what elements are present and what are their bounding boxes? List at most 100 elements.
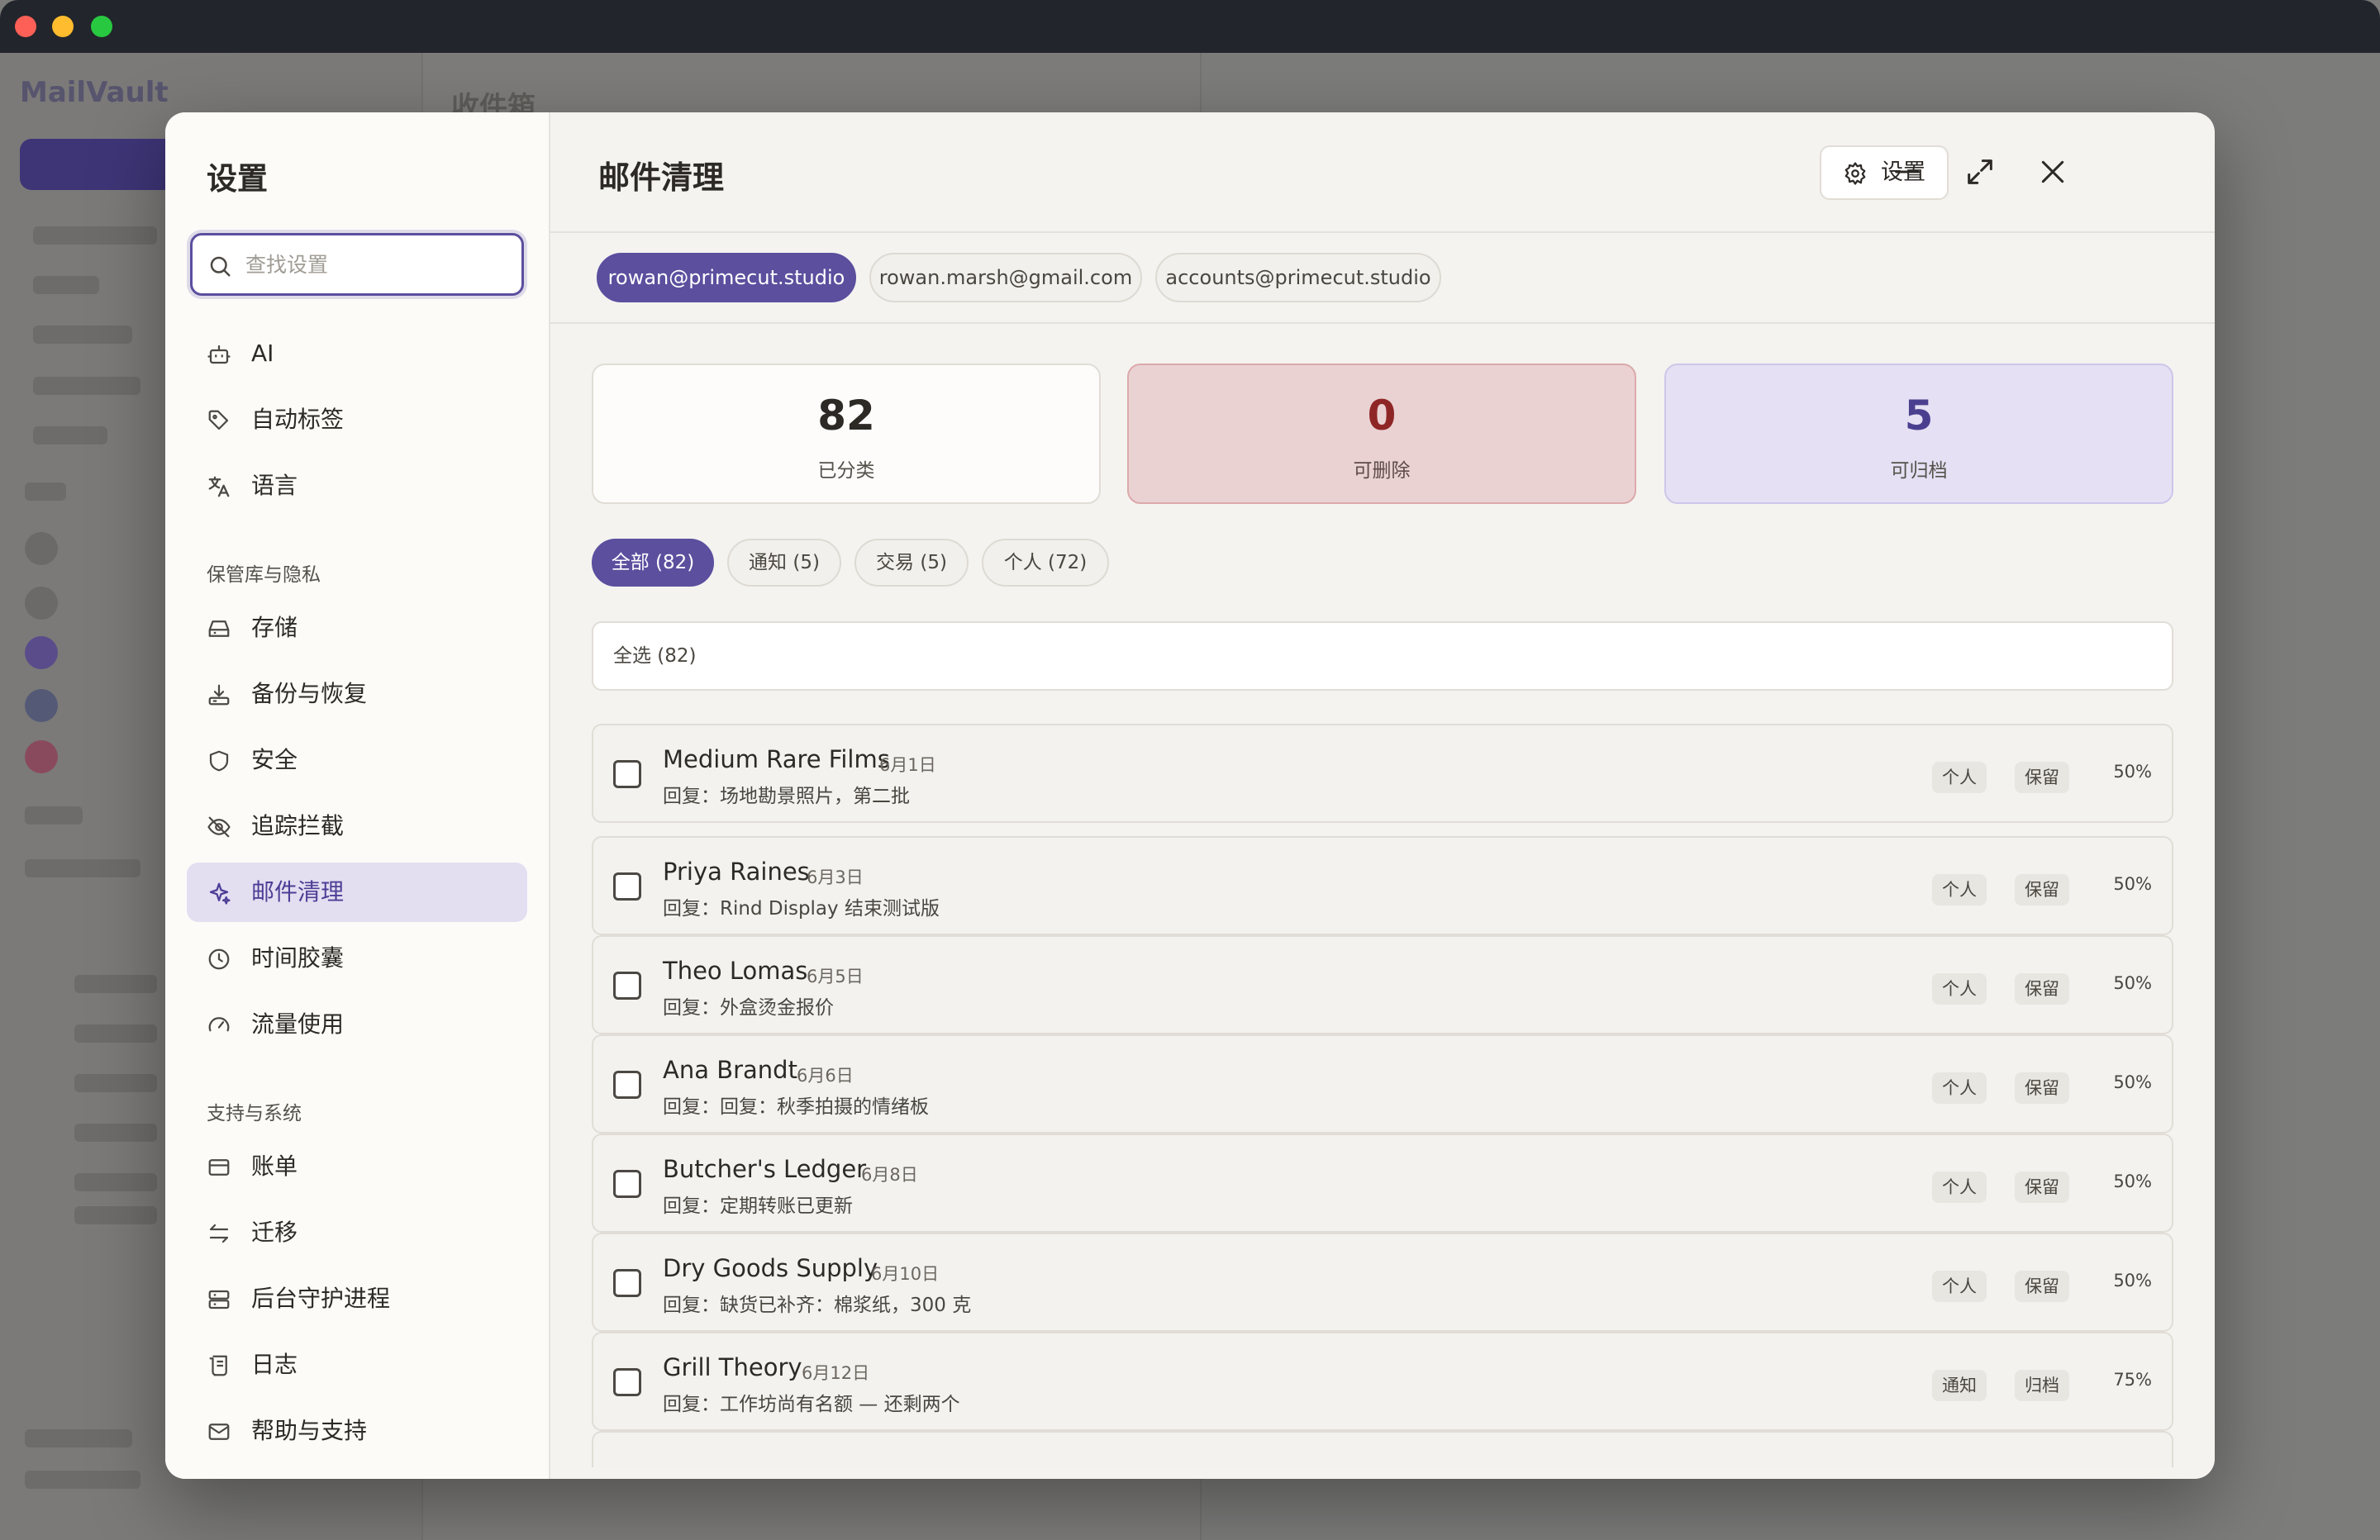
- close-icon[interactable]: [2036, 155, 2069, 188]
- email-row[interactable]: Priya Raines 6月3日 回复：Rind Display 结束测试版 …: [592, 836, 2173, 935]
- category-badge: 通知: [1932, 1370, 1987, 1401]
- email-sender: Dry Goods Supply: [663, 1254, 878, 1282]
- email-sender: Theo Lomas: [663, 957, 808, 985]
- email-date: 6月5日: [807, 967, 864, 986]
- nav-item-security[interactable]: 安全: [187, 730, 527, 790]
- email-checkbox[interactable]: [613, 1368, 641, 1396]
- nav-item-auto-tags[interactable]: 自动标签: [187, 390, 527, 449]
- nav-item-migration[interactable]: 迁移: [187, 1203, 527, 1262]
- expand-icon[interactable]: [1963, 155, 1997, 188]
- settings-search[interactable]: [190, 233, 524, 296]
- email-row[interactable]: Dry Goods Supply 6月10日 回复：缺货已补齐：棉浆纸，300 …: [592, 1233, 2173, 1332]
- nav-item-language[interactable]: 语言: [187, 456, 527, 516]
- nav-item-time-capsule[interactable]: 时间胶囊: [187, 929, 527, 988]
- filter-chip-notifications[interactable]: 通知 (5): [727, 539, 841, 587]
- nav-item-label: 语言: [251, 472, 298, 499]
- email-checkbox[interactable]: [613, 872, 641, 901]
- nav-item-daemon[interactable]: 后台守护进程: [187, 1269, 527, 1328]
- log-scroll-icon: [209, 1355, 227, 1376]
- tag-icon: [208, 410, 229, 430]
- window-zoom-dot[interactable]: [91, 16, 112, 37]
- filter-chip-all[interactable]: 全部 (82): [592, 539, 714, 587]
- settings-dialog: 设置 AI 自动标签 语言 保管库与隐私 存储 备份与恢复 安全: [165, 112, 2215, 1479]
- gauge-icon: [208, 1017, 230, 1032]
- nav-item-ai[interactable]: AI: [187, 324, 527, 383]
- nav-item-tracker-blocking[interactable]: 追踪拦截: [187, 796, 527, 856]
- search-icon: [210, 256, 231, 277]
- email-row[interactable]: Medium Rare Films 6月1日 回复：场地勘景照片，第二批 个人 …: [592, 724, 2173, 823]
- confidence-value: 50%: [2113, 1072, 2152, 1092]
- background-logo: MailVault: [20, 76, 169, 109]
- filter-chip-transactions[interactable]: 交易 (5): [854, 539, 969, 587]
- email-sender: Medium Rare Films: [663, 745, 890, 773]
- nav-item-billing[interactable]: 账单: [187, 1137, 527, 1196]
- category-badge: 个人: [1932, 973, 1987, 1005]
- stat-label: 已分类: [817, 460, 875, 482]
- email-checkbox[interactable]: [613, 1170, 641, 1198]
- sparkle-icon: [209, 882, 231, 905]
- action-badge: 保留: [2015, 874, 2069, 905]
- nav-item-label: 账单: [251, 1153, 298, 1180]
- nav-item-storage[interactable]: 存储: [187, 598, 527, 658]
- window-close-dot[interactable]: [15, 16, 36, 37]
- section-heading-privacy: 保管库与隐私: [207, 564, 321, 586]
- stat-card-classified: 82 已分类: [592, 364, 1101, 504]
- action-badge: 保留: [2015, 762, 2069, 793]
- account-tab-accounts[interactable]: accounts@primecut.studio: [1155, 253, 1441, 302]
- settings-sidebar: 设置 AI 自动标签 语言 保管库与隐私 存储 备份与恢复 安全: [165, 112, 550, 1479]
- nav-item-label: 帮助与支持: [251, 1417, 368, 1444]
- email-sender: Butcher's Ledger: [663, 1155, 867, 1183]
- category-badge: 个人: [1932, 1172, 1987, 1203]
- stat-card-deletable[interactable]: 0 可删除: [1127, 364, 1636, 504]
- nav-item-logs[interactable]: 日志: [187, 1335, 527, 1395]
- swap-arrows-icon: [209, 1224, 229, 1243]
- email-row[interactable]: Grill Theory 6月12日 回复：工作坊尚有名额 — 还剩两个 通知 …: [592, 1332, 2173, 1431]
- robot-icon: [207, 345, 231, 364]
- mail-cleanup-panel: 邮件清理 设置 rowan@primecut.studio rowan.mars…: [550, 112, 2215, 1479]
- minimize-icon[interactable]: [1891, 155, 1924, 188]
- email-row[interactable]: Theo Lomas 6月5日 回复：外盒烫金报价 个人 保留 50%: [592, 935, 2173, 1034]
- stat-card-archivable[interactable]: 5 可归档: [1664, 364, 2173, 504]
- nav-item-help[interactable]: 帮助与支持: [187, 1401, 527, 1461]
- cleanup-settings-button[interactable]: 设置: [1820, 145, 1949, 200]
- email-sender: Ana Brandt: [663, 1056, 797, 1084]
- nav-item-label: 追踪拦截: [251, 812, 345, 839]
- email-checkbox[interactable]: [613, 760, 641, 788]
- email-row[interactable]: Butcher's Ledger 6月8日 回复：定期转账已更新 个人 保留 5…: [592, 1134, 2173, 1233]
- stat-value: 0: [1367, 392, 1397, 440]
- confidence-value: 50%: [2113, 1172, 2152, 1191]
- clock-icon: [208, 948, 230, 970]
- nav-item-label: AI: [251, 340, 274, 367]
- email-checkbox[interactable]: [613, 1269, 641, 1297]
- nav-item-label: 迁移: [251, 1219, 298, 1246]
- select-all-label: 全选 (82): [613, 645, 697, 667]
- select-all-row[interactable]: 全选 (82): [592, 621, 2173, 691]
- nav-item-backup[interactable]: 备份与恢复: [187, 664, 527, 724]
- confidence-value: 50%: [2113, 973, 2152, 993]
- nav-item-label: 后台守护进程: [251, 1285, 391, 1312]
- category-badge: 个人: [1932, 762, 1987, 793]
- mail-icon: [208, 1424, 230, 1440]
- account-tab-primecut[interactable]: rowan@primecut.studio: [597, 253, 856, 302]
- filter-chip-personal[interactable]: 个人 (72): [982, 539, 1109, 587]
- settings-search-input[interactable]: [245, 235, 510, 293]
- window-minimize-dot[interactable]: [52, 16, 74, 37]
- confidence-value: 50%: [2113, 874, 2152, 894]
- action-badge: 保留: [2015, 1072, 2069, 1104]
- email-subject: 回复：定期转账已更新: [663, 1195, 853, 1217]
- credit-card-icon: [208, 1159, 230, 1176]
- email-checkbox[interactable]: [613, 1071, 641, 1099]
- email-checkbox[interactable]: [613, 972, 641, 1000]
- confidence-value: 50%: [2113, 762, 2152, 782]
- email-date: 6月1日: [879, 755, 936, 775]
- nav-item-label: 流量使用: [251, 1010, 345, 1038]
- email-row-partial[interactable]: [592, 1431, 2173, 1467]
- email-subject: 回复：外盒烫金报价: [663, 997, 834, 1019]
- account-tab-gmail[interactable]: rowan.marsh@gmail.com: [869, 253, 1142, 302]
- category-badge: 个人: [1932, 1072, 1987, 1104]
- email-row[interactable]: Ana Brandt 6月6日 回复：回复：秋季拍摄的情绪板 个人 保留 50%: [592, 1034, 2173, 1134]
- nav-item-mail-cleanup[interactable]: 邮件清理: [187, 863, 527, 922]
- nav-item-label: 存储: [251, 614, 298, 641]
- nav-item-data-usage[interactable]: 流量使用: [187, 995, 527, 1054]
- email-list: Priya Raines 6月3日 回复：Rind Display 结束测试版 …: [592, 724, 2173, 1467]
